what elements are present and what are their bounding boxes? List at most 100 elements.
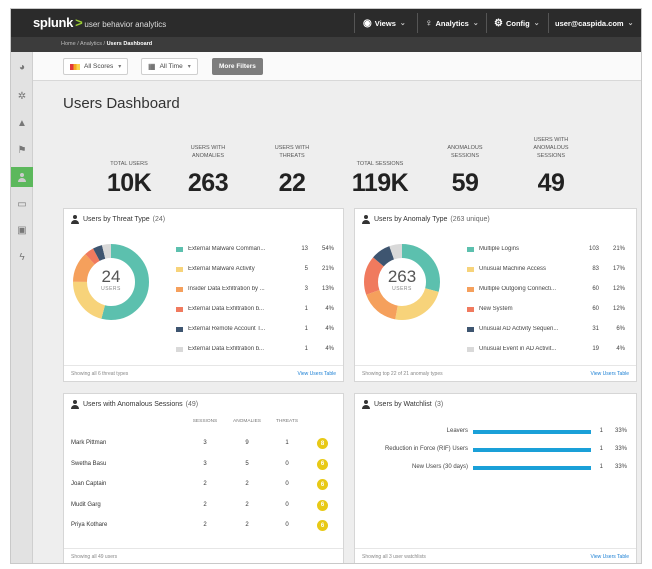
legend-count: 19 [592,346,599,352]
user-name[interactable]: Swetha Basu [71,461,131,467]
stat-label: TOTAL SESSIONS [356,161,404,167]
user-icon[interactable] [11,167,33,187]
id-card-icon[interactable]: ▣ [11,220,33,240]
legend-item[interactable]: External Malware Comman... [176,244,284,254]
user-icon [71,400,79,409]
user-name[interactable]: Priya Kothare [71,522,131,528]
devices-icon[interactable]: ▭ [11,194,33,214]
flag-icon[interactable]: ⚑ [11,140,33,160]
donut-center: 263 USERS [362,268,442,293]
legend-item[interactable]: External Malware Activity [176,264,284,274]
analytics-label: Analytics [435,18,469,28]
legend-swatch [467,246,474,252]
table-row[interactable]: Swetha Basu 3 5 0 6 [64,458,345,473]
sessions-count: 2 [203,501,207,508]
pie-chart-icon[interactable]: ◕ [11,57,33,77]
watchlist-bar[interactable] [473,430,591,434]
scores-filter[interactable]: All Scores ▾ [63,58,129,75]
watchlist-label[interactable]: New Users (30 days) [355,464,468,470]
legend-count: 5 [304,266,308,272]
legend-item[interactable]: Unusual Event in AD Activit... [467,344,575,354]
gears-icon[interactable]: ✲ [11,86,33,106]
stat-label: USERS WITH ANOMALOUS SESSIONS [533,137,569,159]
watchlist-count: 1 [599,428,603,434]
more-filters-button[interactable]: More Filters [212,58,263,75]
legend-item[interactable]: New System [467,304,575,314]
watchlist-bar[interactable] [473,448,591,452]
stat-label: USERS WITH ANOMALIES [190,145,226,159]
legend-item[interactable]: Multiple Outgoing Connecti... [467,284,575,294]
watchlist-label[interactable]: Reduction in Force (RIF) Users [355,446,468,452]
anomalies-count: 2 [245,481,249,487]
time-filter[interactable]: ▦ All Time ▾ [141,58,198,75]
divider [486,13,487,33]
calendar-icon: ▦ [148,62,156,71]
donut-center: 24 USERS [71,268,151,293]
footer-summary: Showing all 6 threat types [71,371,129,377]
breadcrumb-home[interactable]: Home [61,41,76,47]
watchlist-count: 1 [599,464,603,470]
legend-label: External Data Exfiltration b... [188,346,265,352]
risk-score-badge: 8 [317,438,328,449]
legend-label: External Malware Comman... [188,246,266,252]
footer-summary: Showing all 49 users [71,554,118,560]
table-row[interactable]: Mudit Garg 2 2 0 6 [64,499,345,514]
legend-item[interactable]: External Data Exfiltration b... [176,344,284,354]
app-logo[interactable]: splunk > user behavior analytics [33,15,166,30]
table-row[interactable]: Mark Pittman 3 9 1 8 [64,438,345,452]
legend-item[interactable]: Unusual Machine Access [467,264,575,274]
divider [548,13,549,33]
legend-item[interactable]: Multiple Logins [467,244,575,254]
threats-count: 1 [285,440,289,446]
panel-title-text: Users by Anomaly Type [374,216,448,223]
user-name[interactable]: Mark Pittman [71,440,131,446]
anomaly-donut-chart[interactable]: 263 USERS [362,242,442,322]
legend-label: Unusual Machine Access [479,266,547,272]
legend-item[interactable]: External Data Exfiltration b... [176,304,284,314]
watchlist-label[interactable]: Leavers [355,428,468,434]
anomalous-sessions-panel: Users with Anomalous Sessions (49) SESSI… [63,393,345,563]
risk-score-badge: 6 [317,458,328,470]
legend-item[interactable]: External Remote Account T... [176,324,284,334]
user-icon [362,215,370,224]
breadcrumb-analytics[interactable]: Analytics [80,41,102,47]
legend-percent: 4% [325,346,334,352]
analytics-menu[interactable]: ♀ Analytics ⌄ [425,9,479,37]
anomaly-type-panel: Users by Anomaly Type (263 unique) 263 U… [354,208,637,382]
legend-percent: 21% [321,266,334,272]
user-menu[interactable]: user@caspida.com ⌄ [555,9,633,37]
legend-percent: 21% [612,246,625,252]
bolt-icon[interactable]: ϟ [11,247,33,267]
legend-swatch [176,346,183,352]
legend-count: 1 [304,326,308,332]
chevron-down-icon: ⌄ [399,20,406,27]
column-header-threats[interactable]: THREATS [270,419,304,424]
config-menu[interactable]: ⚙ Config ⌄ [494,9,540,37]
legend-label: Multiple Logins [479,246,520,252]
legend-count: 31 [592,326,599,332]
warning-icon[interactable]: ▲ [11,113,33,133]
legend-percent: 54% [321,246,334,252]
panel-footer: Showing all 6 threat types View Users Ta… [64,365,343,381]
column-header-anomalies[interactable]: ANOMALIES [227,419,267,424]
panel-footer: Showing all 49 users [64,548,343,563]
user-name[interactable]: Mudit Garg [71,502,131,508]
threat-donut-chart[interactable]: 24 USERS [71,242,151,322]
threats-count: 0 [285,501,289,508]
legend-swatch [176,306,183,312]
user-name[interactable]: Joan Captain [71,481,131,487]
view-users-table-link[interactable]: View Users Table [298,371,336,377]
watchlist-bar[interactable] [473,466,591,470]
table-row[interactable]: Priya Kothare 2 2 0 6 [64,520,345,534]
view-users-table-link[interactable]: View Users Table [591,554,629,560]
panel-title: Users by Watchlist (3) [362,400,443,409]
view-users-table-link[interactable]: View Users Table [591,371,629,377]
legend-label: New System [479,306,513,312]
table-row[interactable]: Joan Captain 2 2 0 6 [64,479,345,493]
anomalies-count: 2 [245,501,249,508]
legend-item[interactable]: Unusual AD Activity Sequen... [467,324,575,334]
column-header-sessions[interactable]: SESSIONS [187,419,223,424]
views-menu[interactable]: ◉ Views ⌄ [363,9,406,37]
legend-item[interactable]: Insider Data Exfiltration by ... [176,284,284,294]
risk-score-badge: 6 [317,520,328,531]
